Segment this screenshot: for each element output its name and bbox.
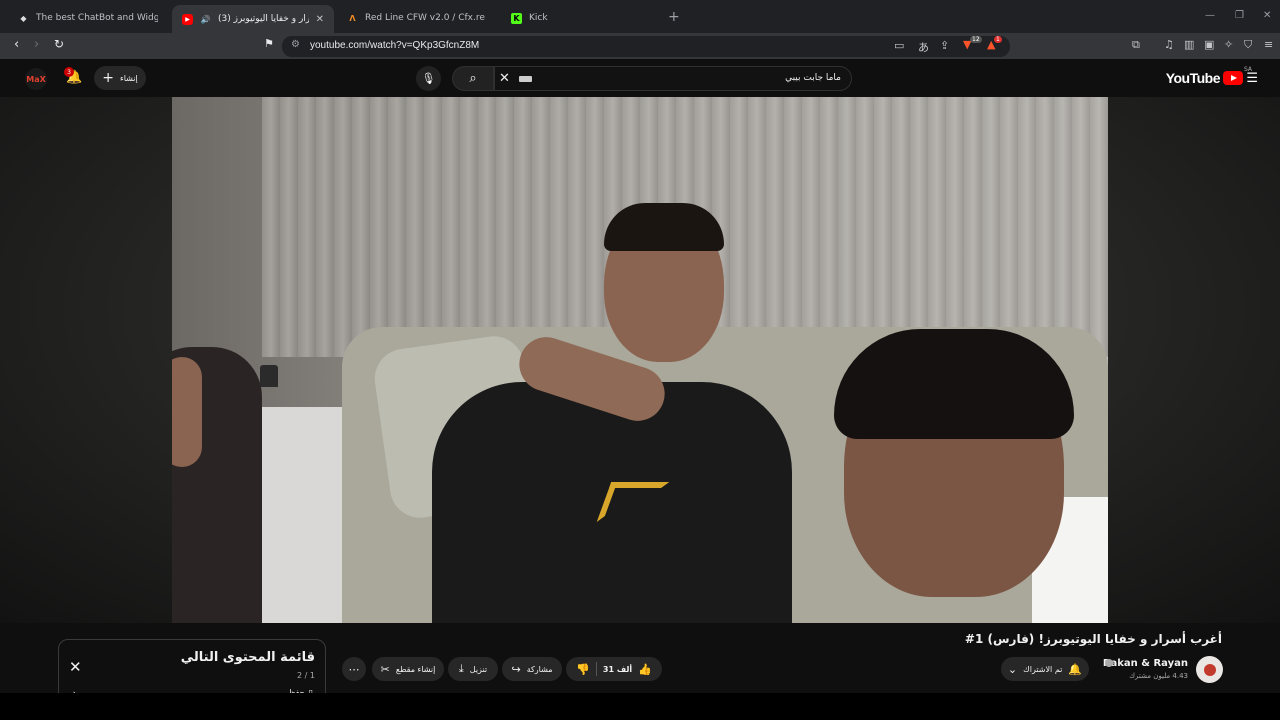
download-button[interactable]: ⤓ تنزيل bbox=[448, 657, 498, 681]
clip-button[interactable]: ✂ إنشاء مقطع bbox=[372, 657, 444, 681]
scissors-icon: ✂ bbox=[380, 662, 390, 676]
channel-logo-icon bbox=[1203, 663, 1216, 676]
more-actions-button[interactable]: ⋯ bbox=[342, 657, 366, 681]
tab-chatbot[interactable]: ◆ The best ChatBot and Widgets for Ki bbox=[8, 7, 168, 29]
close-tab-icon[interactable]: ✕ bbox=[316, 14, 324, 25]
browser-tab-bar: ◆ The best ChatBot and Widgets for Ki ▶ … bbox=[0, 0, 1280, 33]
plus-icon: + bbox=[102, 70, 114, 86]
search-button[interactable]: ⌕ bbox=[452, 66, 494, 91]
address-bar[interactable]: ⚙ youtube.com/watch?v=QKp3GfcnZ8M ▭ あ ⇪ bbox=[282, 36, 1010, 57]
close-window-icon[interactable]: ✕ bbox=[1263, 10, 1271, 21]
vpn-icon[interactable]: ⛉ bbox=[1244, 38, 1252, 52]
screenshot-icon[interactable]: ⧉ bbox=[1132, 38, 1140, 52]
new-tab-button[interactable]: + bbox=[668, 9, 680, 25]
forward-icon[interactable]: › bbox=[34, 37, 39, 52]
wallet-icon[interactable]: ▣ bbox=[1204, 38, 1214, 51]
like-count[interactable]: 31 ألف bbox=[603, 665, 632, 674]
guide-menu-icon[interactable]: ☰ bbox=[1246, 71, 1258, 86]
youtube-icon: ▶ bbox=[182, 13, 193, 25]
bookmark-icon[interactable]: ⚑ bbox=[264, 37, 274, 50]
close-playlist-icon[interactable]: ✕ bbox=[69, 658, 82, 676]
search-query[interactable]: ماما جابت بيبي bbox=[785, 73, 841, 83]
subscriber-count: 4.43 مليون مشترك bbox=[1129, 672, 1188, 680]
clear-search-icon[interactable]: ✕ bbox=[499, 71, 510, 86]
sidebar-icon[interactable]: ▥ bbox=[1184, 38, 1194, 51]
bell-icon: 🔔 bbox=[1068, 662, 1083, 676]
leo-ai-icon[interactable]: ✧ bbox=[1224, 38, 1233, 51]
region-code: SA bbox=[1243, 66, 1252, 73]
media-icon[interactable]: ♫ bbox=[1164, 38, 1174, 51]
create-button[interactable]: + إنشاء bbox=[94, 66, 146, 90]
player-container bbox=[0, 97, 1280, 623]
keyboard-icon[interactable] bbox=[519, 76, 532, 82]
taskbar-strip bbox=[0, 693, 1280, 720]
browser-toolbar: ‹ › ↻ ⚑ ⚙ youtube.com/watch?v=QKp3GfcnZ8… bbox=[0, 33, 1280, 59]
video-frame-hair-right bbox=[834, 329, 1074, 439]
playlist-position: 1 / 2 bbox=[297, 671, 315, 680]
reload-icon[interactable]: ↻ bbox=[54, 37, 64, 51]
menu-icon[interactable]: ≡ bbox=[1264, 38, 1273, 51]
share-icon: ↪ bbox=[511, 662, 521, 676]
youtube-play-icon bbox=[1223, 71, 1243, 85]
voice-search-button[interactable]: 🎙 bbox=[416, 66, 441, 91]
download-icon: ⤓ bbox=[458, 662, 464, 675]
channel-avatar[interactable] bbox=[1196, 656, 1223, 683]
chevron-down-icon: ⌄ bbox=[1007, 662, 1018, 676]
like-dislike-group: 👎 31 ألف 👍 bbox=[566, 657, 662, 681]
dislike-icon[interactable]: 👎 bbox=[576, 663, 590, 676]
video-frame-lamp bbox=[260, 365, 278, 387]
chatbot-icon: ◆ bbox=[20, 13, 27, 23]
channel-name[interactable]: Rakan & Rayan bbox=[1103, 658, 1188, 669]
translate-icon[interactable]: あ bbox=[918, 39, 929, 55]
account-avatar[interactable]: MaX bbox=[25, 68, 47, 90]
subscribed-button[interactable]: ⌄ تم الاشتراك 🔔 bbox=[1001, 657, 1089, 681]
video-frame-face-left bbox=[172, 357, 202, 467]
restore-icon[interactable]: ❐ bbox=[1235, 10, 1244, 21]
microphone-icon: 🎙 bbox=[421, 72, 436, 85]
back-icon[interactable]: ‹ bbox=[14, 37, 19, 52]
tab-youtube-video[interactable]: ▶ 🔊 (3) أغرب أسرار و خفايا اليوتيوبرز! ✕ bbox=[172, 5, 334, 33]
playlist-title: قائمة المحتوى التالي bbox=[180, 650, 315, 665]
url-text[interactable]: youtube.com/watch?v=QKp3GfcnZ8M bbox=[310, 40, 479, 51]
youtube-masthead: ☰ YouTube SA ✕ ماما جابت بيبي ⌕ 🎙 + إنشا… bbox=[0, 59, 1280, 97]
search-icon: ⌕ bbox=[469, 71, 477, 86]
more-horizontal-icon: ⋯ bbox=[348, 662, 360, 676]
youtube-watch-page: ◆ The best ChatBot and Widgets for Ki ▶ … bbox=[0, 0, 1280, 720]
video-frame-hair-center bbox=[604, 203, 724, 251]
like-divider bbox=[595, 662, 597, 676]
cast-icon[interactable]: ▭ bbox=[894, 39, 904, 52]
rewards-badge: 1 bbox=[994, 36, 1002, 43]
speaker-icon[interactable]: 🔊 bbox=[200, 14, 211, 25]
kick-icon: K bbox=[511, 12, 522, 24]
shields-badge: 12 bbox=[970, 36, 982, 43]
youtube-logo[interactable]: YouTube SA bbox=[1166, 66, 1252, 86]
search-input[interactable]: ✕ ماما جابت بيبي bbox=[494, 66, 852, 91]
tab-cfx[interactable]: Λ Red Line CFW v2.0 / Cfx.re bbox=[337, 7, 497, 29]
video-player[interactable] bbox=[172, 97, 1108, 623]
verified-check-icon bbox=[1105, 659, 1113, 667]
site-settings-icon[interactable]: ⚙ bbox=[291, 39, 300, 50]
cfx-icon: Λ bbox=[349, 13, 356, 23]
tab-kick[interactable]: K Kick bbox=[501, 7, 661, 29]
share-button[interactable]: ↪ مشاركة bbox=[502, 657, 562, 681]
minimize-icon[interactable]: — bbox=[1205, 10, 1215, 21]
like-icon[interactable]: 👍 bbox=[638, 663, 652, 676]
video-title: أغرب أسرار و خفايا اليوتيوبرز! (فارس) 1# bbox=[964, 632, 1222, 646]
notification-count-badge: 3 bbox=[64, 67, 74, 77]
share-page-icon[interactable]: ⇪ bbox=[940, 39, 949, 52]
